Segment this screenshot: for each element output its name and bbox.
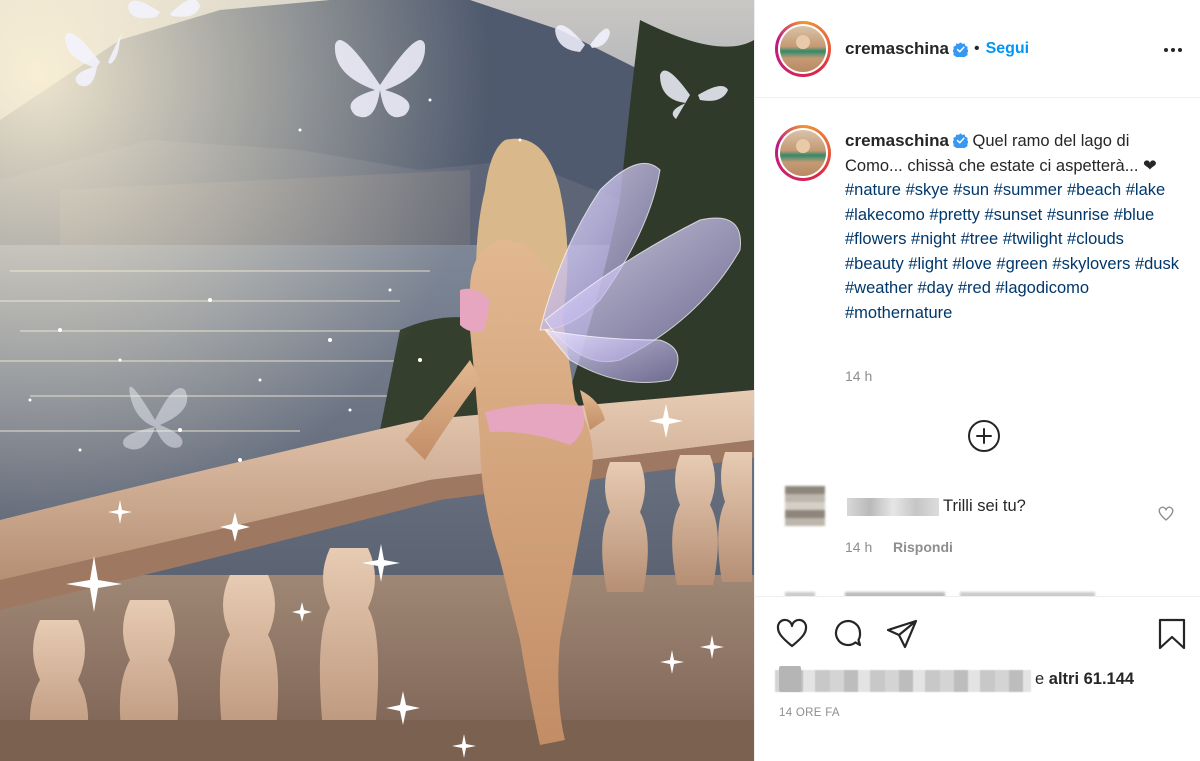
hashtag-link[interactable]: #sun: [953, 181, 989, 199]
likes-prefix: e: [1035, 670, 1049, 688]
hashtag-link[interactable]: #sunrise: [1047, 206, 1109, 224]
caption-author-avatar[interactable]: [775, 125, 831, 181]
caption-username[interactable]: cremaschina: [845, 131, 949, 150]
likes-others[interactable]: altri 61.144: [1049, 670, 1134, 688]
post-caption: cremaschina Quel ramo del lago di Como..…: [845, 129, 1185, 325]
hashtag-link[interactable]: #beauty: [845, 255, 904, 273]
hashtag-link[interactable]: #green: [996, 255, 1047, 273]
hashtag-link[interactable]: #lakecomo: [845, 206, 925, 224]
hashtag-link[interactable]: #weather: [845, 279, 913, 297]
author-avatar[interactable]: [775, 21, 831, 77]
hashtag-link[interactable]: #light: [908, 255, 947, 273]
hashtag-link[interactable]: #nature: [845, 181, 901, 199]
hashtag-link[interactable]: #red: [958, 279, 991, 297]
hashtag-link[interactable]: #summer: [994, 181, 1063, 199]
hashtag-link[interactable]: #night: [911, 230, 956, 248]
post-photo[interactable]: [0, 0, 754, 761]
add-circle-icon[interactable]: [967, 419, 1001, 453]
hashtag-link[interactable]: #flowers: [845, 230, 906, 248]
hashtag-link[interactable]: #sunset: [984, 206, 1042, 224]
likers-blurred[interactable]: [775, 670, 1031, 692]
reply-button[interactable]: Rispondi: [893, 539, 953, 555]
hashtag-link[interactable]: #dusk: [1135, 255, 1179, 273]
paper-plane-icon[interactable]: [885, 617, 919, 651]
author-username[interactable]: cremaschina: [845, 39, 949, 59]
comment-icon[interactable]: [831, 617, 865, 651]
hashtag-link[interactable]: #mothernature: [845, 304, 952, 322]
hashtag-link[interactable]: #day: [917, 279, 953, 297]
hashtag-link[interactable]: #tree: [961, 230, 999, 248]
hashtag-link[interactable]: #clouds: [1067, 230, 1124, 248]
photo-scene: [0, 0, 754, 761]
hashtag-link[interactable]: #lagodicomo: [995, 279, 1089, 297]
comment-text: Trilli sei tu?: [943, 497, 1026, 515]
author-info: cremaschina • Segui: [845, 39, 1029, 59]
separator-dot: •: [973, 40, 980, 57]
bookmark-icon[interactable]: [1155, 617, 1189, 651]
post-header: cremaschina • Segui: [755, 0, 1200, 98]
hashtag-link[interactable]: #love: [952, 255, 991, 273]
comment-like-heart-icon[interactable]: [1157, 505, 1175, 523]
commenter-username-blurred[interactable]: [847, 498, 939, 516]
hashtag-link[interactable]: #pretty: [929, 206, 979, 224]
hashtag-link[interactable]: #skylovers: [1052, 255, 1130, 273]
follow-button[interactable]: Segui: [986, 40, 1030, 58]
verified-badge-icon: [952, 133, 968, 148]
caption-hashtags: #nature #skye #sun #summer #beach #lake …: [845, 181, 1179, 322]
comment-timestamp[interactable]: 14 h: [845, 539, 872, 555]
post-actions: e altri 61.144 14 ORE FA: [755, 596, 1200, 761]
commenter-avatar[interactable]: [785, 486, 825, 526]
heart-icon[interactable]: [775, 617, 809, 651]
post-timestamp[interactable]: 14 ORE FA: [779, 707, 840, 719]
hashtag-link[interactable]: #lake: [1126, 181, 1165, 199]
more-options-icon[interactable]: [1161, 38, 1185, 62]
hashtag-link[interactable]: #skye: [906, 181, 949, 199]
likes-count[interactable]: e altri 61.144: [1035, 670, 1134, 689]
caption-timestamp[interactable]: 14 h: [845, 368, 872, 384]
hashtag-link[interactable]: #twilight: [1003, 230, 1063, 248]
liker-avatar: [779, 666, 801, 692]
verified-badge-icon: [952, 41, 968, 57]
comments-section[interactable]: cremaschina Quel ramo del lago di Como..…: [755, 99, 1200, 596]
post-side-panel: cremaschina • Segui cremaschina Quel ram…: [754, 0, 1200, 761]
hashtag-link[interactable]: #beach: [1067, 181, 1121, 199]
hashtag-link[interactable]: #blue: [1114, 206, 1154, 224]
